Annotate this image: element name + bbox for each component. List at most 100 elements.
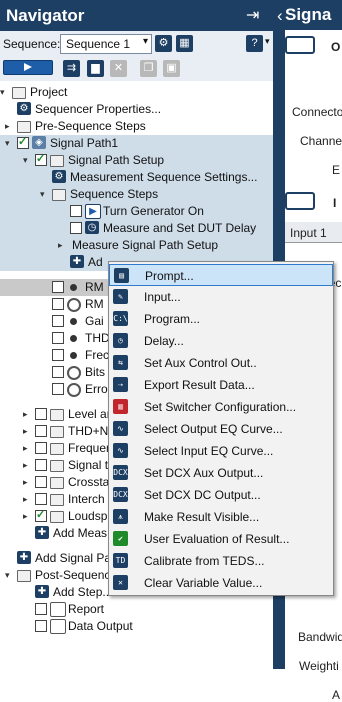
tree-item-label: Report [68,602,105,616]
tree-item-label: Add Signal Pa [35,551,112,565]
menu-item-label: Make Result Visible... [144,510,260,524]
menu-item-set-dcx-aux-output[interactable]: DCX Set DCX Aux Output... [109,462,333,484]
folder-icon [52,189,66,201]
tab-input-1[interactable]: Input 1 [290,226,327,240]
sequence-label: Sequence: [3,37,61,51]
sequence-select[interactable]: Sequence 1 ▾ [60,34,152,54]
paste-icon[interactable]: ▣ [163,60,180,77]
step-checkbox[interactable] [35,508,47,522]
menu-item-select-input-eq-curve[interactable]: ∿ Select Input EQ Curve... [109,440,333,462]
help-dropdown-icon[interactable]: ▾ [265,36,270,47]
copy-icon[interactable]: ❐ [140,60,157,77]
collapse-arrow-icon[interactable]: ▸ [23,426,28,437]
tree-item-label: Measurement Sequence Settings... [70,170,258,184]
tree-item-label: Signal Path Setup [68,153,165,167]
tree-row[interactable]: Data Output [0,618,273,635]
collapse-arrow-icon[interactable]: ▸ [58,240,63,251]
collapse-arrow-icon[interactable]: ▸ [23,460,28,471]
run-button[interactable] [3,60,53,75]
menu-item-label: Export Result Data... [144,378,255,392]
collapse-arrow-icon[interactable]: ▸ [23,477,28,488]
add-icon: ✚ [17,551,31,564]
prompt-icon: ▤ [114,268,129,283]
menu-item-set-aux-control-out[interactable]: ⇆ Set Aux Control Out.. [109,352,333,374]
eq-out-icon: ∿ [113,421,128,436]
teds-icon: TD [113,553,128,568]
menu-item-delay[interactable]: ◷ Delay... [109,330,333,352]
delete-icon[interactable]: ✕ [110,60,127,77]
step-checkbox[interactable] [35,442,47,454]
menu-item-program[interactable]: C:\ Program... [109,308,333,330]
expand-arrow-icon[interactable]: ▾ [0,87,5,98]
menu-item-user-evaluation-of-result[interactable]: ✔ User Evaluation of Result... [109,528,333,550]
step-checkbox[interactable] [52,281,64,293]
tree-row[interactable]: ▾ Project [0,84,273,101]
pin-icon[interactable]: ⇥ [246,5,259,25]
clock-icon: ◷ [85,221,99,234]
tree-row[interactable]: ▸ Pre-Sequence Steps [0,118,273,135]
tree-row[interactable]: ▸ Measure Signal Path Setup [0,237,273,254]
menu-item-label: User Evaluation of Result... [144,532,290,546]
collapse-arrow-icon[interactable]: ▸ [5,121,10,132]
help-icon[interactable]: ? [246,35,263,52]
menu-item-prompt[interactable]: ▤ Prompt... [109,264,333,286]
visible-icon: ⩚ [113,509,128,524]
a-label: A [332,688,341,702]
tree-item-label: Sequence Steps [70,187,159,201]
step-checkbox[interactable] [35,459,47,471]
grid-icon[interactable]: ▦ [176,35,193,52]
menu-item-set-switcher-configuration[interactable]: ▥ Set Switcher Configuration... [109,396,333,418]
menu-item-input[interactable]: ✎ Input... [109,286,333,308]
expand-arrow-icon[interactable]: ▾ [5,570,10,581]
menu-item-label: Select Output EQ Curve... [144,422,283,436]
step-checkbox[interactable] [35,408,47,420]
tree-row[interactable]: ⚙ Measurement Sequence Settings... [0,169,273,186]
tree-item-label: Signal Path1 [50,136,119,150]
step-checkbox[interactable] [35,425,47,437]
step-checkbox[interactable] [35,152,47,166]
step-checkbox[interactable] [52,315,64,327]
step-checkbox[interactable] [70,205,82,217]
gear-icon[interactable]: ⚙ [155,35,172,52]
collapse-arrow-icon[interactable]: ▸ [23,409,28,420]
step-checkbox[interactable] [35,620,47,632]
tree-row[interactable]: ◷ Measure and Set DUT Delay [0,220,273,237]
menu-item-make-result-visible[interactable]: ⩚ Make Result Visible... [109,506,333,528]
add-measurement-icon[interactable]: ▆ [87,60,104,77]
step-checkbox[interactable] [52,298,64,310]
dcx-dc-icon: DCX [113,487,128,502]
menu-item-set-dcx-dc-output[interactable]: DCX Set DCX DC Output... [109,484,333,506]
step-checkbox[interactable] [52,383,64,395]
add-step-icon[interactable]: ⇉ [63,60,80,77]
expand-arrow-icon[interactable]: ▾ [5,138,10,149]
menu-item-clear-variable-value[interactable]: ✕ Clear Variable Value... [109,572,333,594]
step-checkbox[interactable] [52,349,64,361]
step-checkbox[interactable] [35,476,47,488]
collapse-arrow-icon[interactable]: ▸ [23,443,28,454]
menu-item-export-result-data[interactable]: ⇢ Export Result Data... [109,374,333,396]
menu-item-select-output-eq-curve[interactable]: ∿ Select Output EQ Curve... [109,418,333,440]
chevron-left-icon[interactable]: ‹ [277,6,283,26]
step-checkbox[interactable] [35,493,47,505]
collapse-arrow-icon[interactable]: ▸ [23,511,28,522]
step-checkbox[interactable] [52,366,64,378]
expand-arrow-icon[interactable]: ▾ [23,155,28,166]
switcher-icon: ▥ [113,399,128,414]
tree-item-label: RM [85,297,104,311]
step-checkbox[interactable] [52,332,64,344]
step-checkbox[interactable] [17,135,29,149]
tree-row[interactable]: Report [0,601,273,618]
tree-row[interactable]: ⚙ Sequencer Properties... [0,101,273,118]
expand-arrow-icon[interactable]: ▾ [40,189,45,200]
export-icon: ⇢ [113,377,128,392]
tree-row[interactable]: ▾ Sequence Steps [0,186,273,203]
step-checkbox[interactable] [70,222,82,234]
step-checkbox[interactable] [35,603,47,615]
menu-item-calibrate-from-teds[interactable]: TD Calibrate from TEDS... [109,550,333,572]
folder-icon [17,570,31,582]
tree-row[interactable]: ▶ Turn Generator On [0,203,273,220]
tree-row[interactable]: ▾ Signal Path Setup [0,152,273,169]
collapse-arrow-icon[interactable]: ▸ [23,494,28,505]
tree-row[interactable]: ▾ ◈ Signal Path1 [0,135,273,152]
measurement-dot-icon [70,284,77,291]
